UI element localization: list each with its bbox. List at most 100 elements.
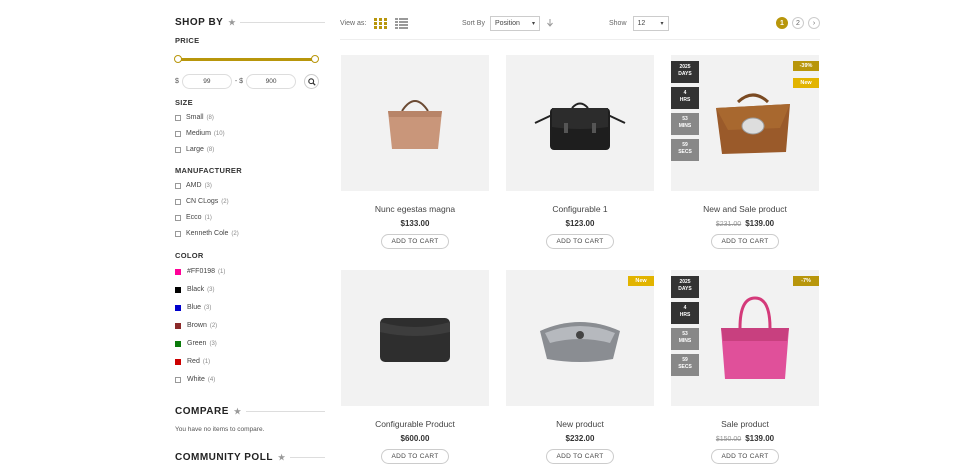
color-option-brown[interactable]: Brown (2): [175, 322, 217, 329]
option-label: Ecco: [186, 214, 202, 221]
countdown-value: 53: [682, 116, 688, 122]
option-count: (3): [209, 340, 217, 347]
filter-option-small[interactable]: Small (8): [175, 114, 214, 121]
color-swatch: [175, 340, 181, 347]
product-name[interactable]: Configurable 1: [506, 204, 654, 214]
price-slider[interactable]: [174, 55, 321, 63]
color-swatch: [175, 268, 181, 275]
product-image[interactable]: New: [506, 270, 654, 406]
product-image[interactable]: [341, 270, 489, 406]
show-limit: Show 12 ▾: [609, 14, 669, 32]
option-label: Large: [186, 146, 204, 153]
checkbox[interactable]: [175, 114, 181, 121]
option-label: Medium: [186, 130, 211, 137]
search-icon: [307, 77, 316, 86]
filter-option-medium[interactable]: Medium (10): [175, 130, 225, 137]
option-label: CN CLogs: [186, 198, 219, 205]
chevron-right-icon: ›: [812, 19, 816, 27]
color-option-white[interactable]: White (4): [175, 376, 215, 383]
product-name[interactable]: New and Sale product: [671, 204, 819, 214]
product-image[interactable]: [506, 55, 654, 191]
sort-by-value: Position: [494, 19, 520, 27]
product-image[interactable]: 2025 DAYS 4 HRS 53 MINS 59 SECS -7%: [671, 270, 819, 406]
shop-by-label: SHOP BY: [175, 16, 224, 28]
add-to-cart-button[interactable]: ADD TO CART: [711, 234, 779, 249]
add-to-cart-button[interactable]: ADD TO CART: [381, 234, 449, 249]
checkbox[interactable]: [175, 146, 181, 153]
option-count: (8): [206, 114, 214, 121]
color-option-green[interactable]: Green (3): [175, 340, 217, 347]
product-image[interactable]: [341, 55, 489, 191]
price-value: $600.00: [400, 434, 430, 443]
add-to-cart-button[interactable]: ADD TO CART: [381, 449, 449, 464]
countdown-unit: DAYS: [678, 286, 692, 292]
countdown-minutes: 53 MINS: [671, 113, 699, 135]
limit-select[interactable]: 12 ▾: [632, 15, 669, 31]
checkbox[interactable]: [175, 230, 181, 237]
divider: [240, 21, 325, 23]
countdown-unit: MINS: [678, 123, 692, 129]
color-option-red[interactable]: Red (1): [175, 358, 210, 365]
product-name[interactable]: Nunc egestas magna: [341, 204, 489, 214]
add-to-cart-button[interactable]: ADD TO CART: [546, 234, 614, 249]
option-label: White: [187, 376, 205, 383]
price-max-input[interactable]: 900: [246, 74, 297, 89]
page-2[interactable]: 2: [792, 17, 804, 29]
product-price: $231.00 $139.00: [671, 219, 819, 228]
satchel-bag-image: [534, 102, 626, 150]
filter-option-ecco[interactable]: Ecco (1): [175, 214, 212, 221]
manufacturer-filter-title: MANUFACTURER: [175, 166, 242, 175]
sale-badge: -7%: [793, 276, 819, 286]
countdown-unit: MINS: [678, 338, 692, 344]
countdown-days: 2025 DAYS: [671, 276, 699, 298]
show-label: Show: [609, 19, 627, 27]
product-price: $123.00: [506, 219, 654, 228]
product-name[interactable]: Sale product: [671, 419, 819, 429]
option-count: (1): [218, 268, 226, 275]
add-to-cart-button[interactable]: ADD TO CART: [711, 449, 779, 464]
list-view-icon[interactable]: [395, 17, 409, 29]
tote-bag-image: [388, 100, 442, 149]
page-1[interactable]: 1: [776, 17, 788, 29]
price-search-button[interactable]: [304, 74, 320, 89]
color-option-black[interactable]: Black (3): [175, 286, 214, 293]
product-image[interactable]: 2025 DAYS 4 HRS 53 MINS 59 SECS -39% New: [671, 55, 819, 191]
product-price: $600.00: [341, 434, 489, 443]
add-to-cart-button[interactable]: ADD TO CART: [546, 449, 614, 464]
color-option-ff0198[interactable]: #FF0198 (1): [175, 268, 225, 275]
option-count: (8): [206, 146, 215, 153]
star-icon: ★: [228, 17, 237, 27]
poll-label: COMMUNITY POLL: [175, 451, 273, 463]
option-count: (1): [204, 214, 212, 221]
checkbox[interactable]: [175, 198, 181, 205]
next-page-button[interactable]: ›: [808, 17, 820, 29]
price-min-input[interactable]: 99: [181, 74, 232, 89]
price-range-inputs: $ 99 - $ 900: [175, 74, 320, 89]
filter-option-kenneth-cole[interactable]: Kenneth Cole (2): [175, 230, 239, 237]
sort-direction-icon[interactable]: [547, 19, 553, 27]
price-slider-min-handle[interactable]: [174, 55, 182, 63]
grid-view-icon[interactable]: [374, 17, 388, 29]
checkbox[interactable]: [175, 214, 181, 221]
toolbar: View as: Sort By Position ▾ Show 12 ▾ 1 2 …: [340, 14, 820, 34]
product-name[interactable]: Configurable Product: [341, 419, 489, 429]
checkbox[interactable]: [175, 130, 181, 137]
checkbox[interactable]: [175, 182, 181, 189]
countdown-value: 2025: [679, 279, 691, 285]
filter-option-amd[interactable]: AMD (3): [175, 182, 212, 189]
countdown-hours: 4 HRS: [671, 302, 699, 324]
filter-option-cn-clogs[interactable]: CN CLogs (2): [175, 198, 229, 205]
color-option-blue[interactable]: Blue (3): [175, 304, 211, 311]
countdown-hours: 4 HRS: [671, 87, 699, 109]
countdown-unit: SECS: [678, 149, 692, 155]
countdown-timer: 2025 DAYS 4 HRS 53 MINS 59 SECS: [671, 276, 699, 380]
filter-option-large[interactable]: Large (8): [175, 146, 214, 153]
old-price: $231.00: [715, 221, 742, 228]
sort-by-select[interactable]: Position ▾: [489, 15, 540, 31]
divider: [289, 456, 325, 458]
option-label: Red: [187, 358, 200, 365]
countdown-value: 59: [682, 357, 688, 363]
price-filter-title: PRICE: [175, 36, 200, 45]
product-name[interactable]: New product: [506, 419, 654, 429]
price-slider-max-handle[interactable]: [311, 55, 319, 63]
